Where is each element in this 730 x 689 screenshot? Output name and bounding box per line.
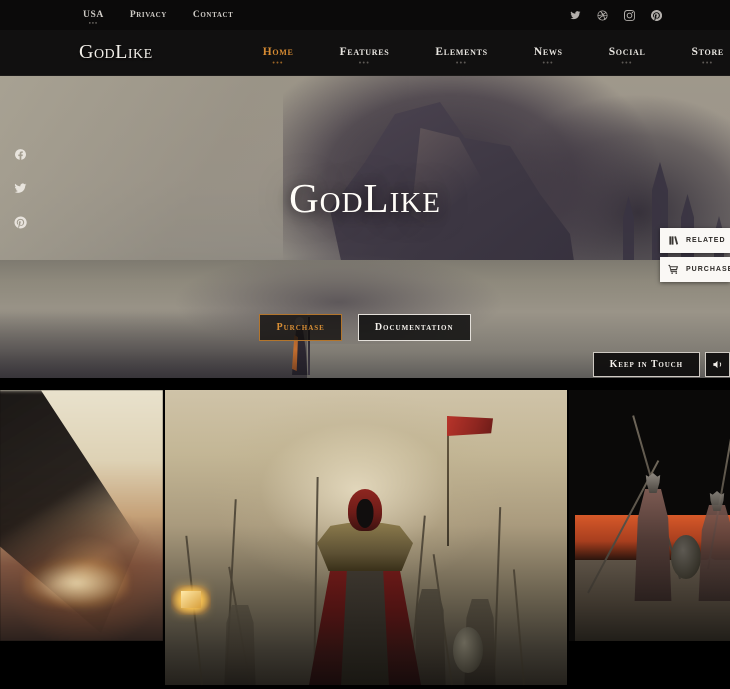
carousel-slide-left[interactable] xyxy=(0,378,163,689)
nav-item-elements-dots: ••• xyxy=(455,59,468,67)
nav-item-news-dots: ••• xyxy=(542,59,555,67)
dribbble-icon[interactable] xyxy=(597,9,608,21)
slide-divider xyxy=(163,378,165,689)
body-armor xyxy=(341,561,389,685)
hero-title: GodLike xyxy=(289,175,441,221)
carousel-track xyxy=(0,378,730,689)
nav-item-social-dots: ••• xyxy=(621,59,633,67)
main-navbar: GodLike Home ••• Features ••• Elements •… xyxy=(0,30,730,76)
hero-cta-group: Purchase Documentation xyxy=(0,314,730,341)
central-warrior xyxy=(301,475,429,685)
top-link-privacy[interactable]: Privacy xyxy=(130,10,167,20)
side-tab-purchase-label: PURCHASE xyxy=(686,266,730,273)
floating-side-panel: RELATED PURCHASE xyxy=(660,228,730,282)
nav-item-store-dots: ••• xyxy=(701,59,714,67)
twitter-icon[interactable] xyxy=(14,182,27,195)
nav-item-social[interactable]: Social ••• xyxy=(586,46,669,67)
cart-icon xyxy=(668,264,679,275)
documentation-button[interactable]: Documentation xyxy=(357,314,471,341)
sound-on-icon xyxy=(712,359,723,370)
nav-item-features-label: Features xyxy=(339,46,390,58)
side-tab-related[interactable]: RELATED xyxy=(660,228,730,253)
slide-top-mask xyxy=(163,378,567,390)
primary-nav: Home ••• Features ••• Elements ••• News … xyxy=(240,46,730,67)
top-link-contact[interactable]: Contact xyxy=(193,10,234,20)
image-carousel xyxy=(0,378,730,689)
twitter-icon[interactable] xyxy=(570,10,581,21)
slide-bottom-mask xyxy=(0,641,163,689)
round-shield xyxy=(453,627,483,673)
keep-in-touch-button[interactable]: Keep in Touch xyxy=(592,352,700,377)
pinterest-icon[interactable] xyxy=(651,9,662,21)
glowing-hammer xyxy=(171,585,211,615)
facebook-icon[interactable] xyxy=(14,148,27,161)
sound-toggle-button[interactable] xyxy=(705,352,730,377)
purchase-button[interactable]: Purchase xyxy=(259,314,342,341)
pinterest-icon[interactable] xyxy=(14,216,27,229)
slide-divider xyxy=(567,378,569,689)
page-root: USA ••• Privacy Contact GodLike Home •••… xyxy=(0,0,730,689)
carousel-slide-right[interactable] xyxy=(567,378,730,689)
shadowed-face xyxy=(356,499,374,528)
spear xyxy=(512,569,525,686)
top-link-usa-dots: ••• xyxy=(88,21,99,27)
nav-item-social-label: Social xyxy=(608,46,646,58)
slide-top-mask xyxy=(0,378,163,390)
nav-item-elements-label: Elements xyxy=(435,46,488,58)
nav-item-home-dots: ••• xyxy=(272,59,284,67)
hero-banner: GodLike Purchase Documentation xyxy=(0,76,730,378)
side-tab-purchase[interactable]: PURCHASE xyxy=(660,257,730,282)
nav-item-features[interactable]: Features ••• xyxy=(317,46,413,67)
top-utility-bar: USA ••• Privacy Contact xyxy=(0,0,730,30)
side-tab-related-label: RELATED xyxy=(686,237,726,244)
nav-item-features-dots: ••• xyxy=(358,59,371,67)
books-icon xyxy=(668,235,679,246)
top-link-privacy-label: Privacy xyxy=(129,10,167,20)
nav-item-news[interactable]: News ••• xyxy=(511,46,586,67)
carousel-slide-center[interactable] xyxy=(163,378,567,689)
keep-in-touch-bar: Keep in Touch xyxy=(592,352,730,377)
slide-bottom-mask xyxy=(567,641,730,689)
top-link-contact-label: Contact xyxy=(192,10,234,20)
nav-item-news-label: News xyxy=(533,46,563,58)
nav-item-elements[interactable]: Elements ••• xyxy=(412,46,510,67)
hero-side-social-rail xyxy=(14,148,27,229)
red-banner xyxy=(447,416,493,436)
slide-top-mask xyxy=(567,378,730,390)
top-links: USA ••• Privacy Contact xyxy=(83,10,234,27)
nav-item-store-label: Store xyxy=(691,46,724,58)
round-shield xyxy=(671,535,701,579)
site-logo[interactable]: GodLike xyxy=(79,41,153,64)
slide-center-art xyxy=(163,378,567,689)
instagram-icon[interactable] xyxy=(624,9,635,21)
nav-item-store[interactable]: Store ••• xyxy=(669,46,730,67)
nav-item-home-label: Home xyxy=(262,46,294,58)
top-social-links xyxy=(570,9,662,21)
nav-item-home[interactable]: Home ••• xyxy=(240,46,317,67)
top-link-usa-label: USA xyxy=(83,10,104,20)
top-link-usa[interactable]: USA ••• xyxy=(83,10,104,27)
